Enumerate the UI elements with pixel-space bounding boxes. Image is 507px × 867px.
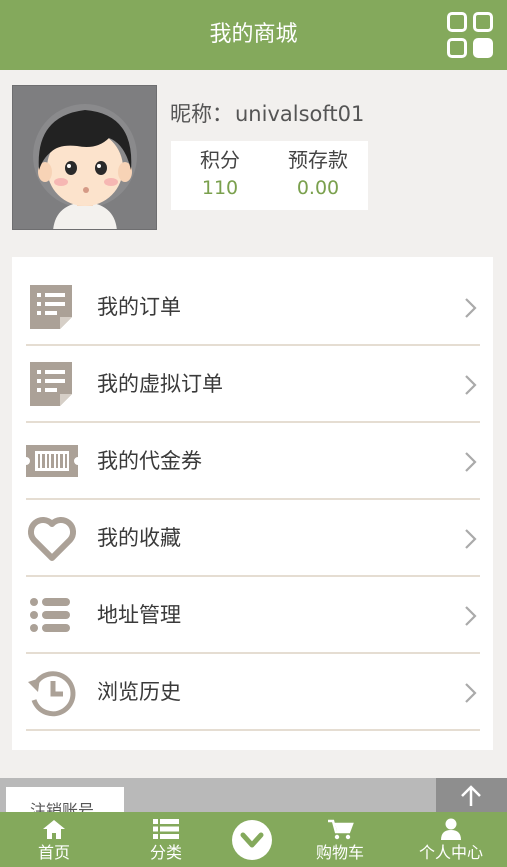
deposit-label: 预存款 xyxy=(288,148,348,172)
chevron-right-icon xyxy=(465,298,477,318)
menu-item-label: 我的虚拟订单 xyxy=(97,372,223,396)
menu-item-label: 我的订单 xyxy=(97,295,181,319)
header-bar: 我的商城 xyxy=(0,0,507,70)
menu-list: 我的订单 我的虚拟订单 我的代金券 我的收藏 地址管理 浏览历史 xyxy=(12,257,493,750)
bottom-tab-bar: 首页 分类 购物车 个人中心 xyxy=(0,812,507,867)
menu-item-label: 我的代金券 xyxy=(97,449,202,473)
tab-profile[interactable]: 个人中心 xyxy=(410,812,492,867)
history-icon xyxy=(28,671,76,717)
tab-category[interactable]: 分类 xyxy=(134,812,198,867)
chevron-right-icon xyxy=(465,606,477,626)
tab-cart[interactable]: 购物车 xyxy=(306,812,374,867)
cart-icon xyxy=(328,819,354,840)
menu-item-orders[interactable]: 我的订单 xyxy=(26,269,480,346)
profile-section: 昵称：univalsoft01 积分 110 预存款 0.00 xyxy=(0,70,507,240)
expand-menu-button[interactable] xyxy=(232,820,272,860)
category-icon xyxy=(153,819,179,839)
deposit-stat[interactable]: 预存款 0.00 xyxy=(269,147,367,201)
chevron-right-icon xyxy=(465,683,477,703)
tab-label: 购物车 xyxy=(315,843,364,862)
menu-item-label: 地址管理 xyxy=(97,603,181,627)
menu-item-addresses[interactable]: 地址管理 xyxy=(26,577,480,654)
menu-item-virtual-orders[interactable]: 我的虚拟订单 xyxy=(26,346,480,423)
chevron-right-icon xyxy=(465,529,477,549)
points-stat[interactable]: 积分 110 xyxy=(171,147,269,201)
menu-item-history[interactable]: 浏览历史 xyxy=(26,654,480,731)
footer-strip: 注销账号 xyxy=(0,778,507,817)
home-icon xyxy=(43,820,65,839)
page-title: 我的商城 xyxy=(209,22,298,47)
grid-menu-button[interactable] xyxy=(447,12,495,60)
tab-label: 分类 xyxy=(149,843,182,862)
points-label: 积分 xyxy=(200,148,240,172)
back-to-top-button[interactable] xyxy=(436,778,507,812)
order-icon xyxy=(30,285,72,329)
voucher-icon xyxy=(26,445,78,477)
nickname-value: univalsoft01 xyxy=(235,102,365,126)
menu-item-favorites[interactable]: 我的收藏 xyxy=(26,500,480,577)
virtual-order-icon xyxy=(30,362,72,406)
tab-home[interactable]: 首页 xyxy=(22,812,86,867)
points-value: 110 xyxy=(201,177,239,199)
user-icon xyxy=(441,818,461,840)
avatar[interactable] xyxy=(12,85,157,230)
chevron-right-icon xyxy=(465,375,477,395)
menu-item-label: 我的收藏 xyxy=(97,526,181,550)
nickname-label: 昵称： xyxy=(170,102,233,126)
arrow-up-icon xyxy=(461,785,481,806)
nickname: 昵称：univalsoft01 xyxy=(170,98,364,128)
menu-item-label: 浏览历史 xyxy=(97,680,181,704)
tab-label: 首页 xyxy=(37,843,70,862)
tab-label: 个人中心 xyxy=(418,843,483,862)
chevron-down-circle-icon xyxy=(240,832,264,848)
deposit-value: 0.00 xyxy=(296,177,340,199)
account-stats: 积分 110 预存款 0.00 xyxy=(171,141,368,210)
chevron-right-icon xyxy=(465,452,477,472)
heart-icon xyxy=(27,516,77,561)
menu-item-vouchers[interactable]: 我的代金券 xyxy=(26,423,480,500)
list-icon xyxy=(30,598,70,632)
